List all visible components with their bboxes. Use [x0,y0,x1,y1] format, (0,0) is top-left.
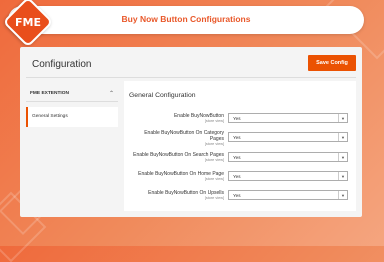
setting-label: Enable BuyNowButton On Category Pages [s… [132,130,224,147]
banner-header: Buy Now Button Configurations [8,6,364,34]
setting-row: Enable BuyNowButton On Search Pages [sto… [124,152,356,168]
dropdown-arrow-icon: ▼ [338,191,347,199]
select-value: Yes [233,174,241,179]
setting-select[interactable]: Yes ▼ [228,132,348,142]
setting-scope: [store view] [204,158,224,162]
page-title: Configuration [32,59,92,70]
dropdown-arrow-icon: ▼ [338,172,347,180]
setting-scope: [store view] [204,177,224,181]
setting-select[interactable]: Yes ▼ [228,171,348,181]
select-value: Yes [233,155,241,160]
dropdown-arrow-icon: ▼ [338,133,347,141]
section-title: General Configuration [129,92,196,99]
select-value: Yes [233,135,241,140]
setting-scope: [store view] [204,196,224,200]
setting-row: Enable BuyNowButton [store view] Yes ▼ [124,113,356,129]
setting-label: Enable BuyNowButton On Upsells [store vi… [132,190,224,201]
setting-scope: [store view] [204,119,224,123]
setting-select[interactable]: Yes ▼ [228,190,348,200]
divider [26,77,356,78]
chevron-up-icon: ⌃ [108,91,114,97]
setting-scope: [store view] [204,142,224,146]
setting-row: Enable BuyNowButton On Category Pages [s… [124,130,356,146]
setting-label: Enable BuyNowButton On Search Pages [sto… [132,152,224,163]
setting-label: Enable BuyNowButton [store view] [132,113,224,124]
sidebar-section-header[interactable]: FME EXTENTION ⌃ [26,87,118,102]
setting-select[interactable]: Yes ▼ [228,152,348,162]
dropdown-arrow-icon: ▼ [338,114,347,122]
logo-text: FME [15,15,41,29]
setting-select[interactable]: Yes ▼ [228,113,348,123]
select-value: Yes [233,193,241,198]
dropdown-arrow-icon: ▼ [338,153,347,161]
config-content: General Configuration Enable BuyNowButto… [124,81,356,211]
sidebar-item-general-settings[interactable]: General Settings [26,107,118,127]
save-config-button[interactable]: Save Config [308,55,356,71]
banner-title: Buy Now Button Configurations [121,14,251,24]
setting-row: Enable BuyNowButton On Home Page [store … [124,171,356,187]
sidebar-section-label: FME EXTENTION [30,91,69,96]
sidebar-item-label: General Settings [32,114,68,119]
setting-label: Enable BuyNowButton On Home Page [store … [132,171,224,182]
configuration-panel: Configuration Save Config FME EXTENTION … [20,47,362,217]
select-value: Yes [233,116,241,121]
setting-label-text: Enable BuyNowButton On Category Pages [144,130,224,142]
setting-row: Enable BuyNowButton On Upsells [store vi… [124,190,356,206]
